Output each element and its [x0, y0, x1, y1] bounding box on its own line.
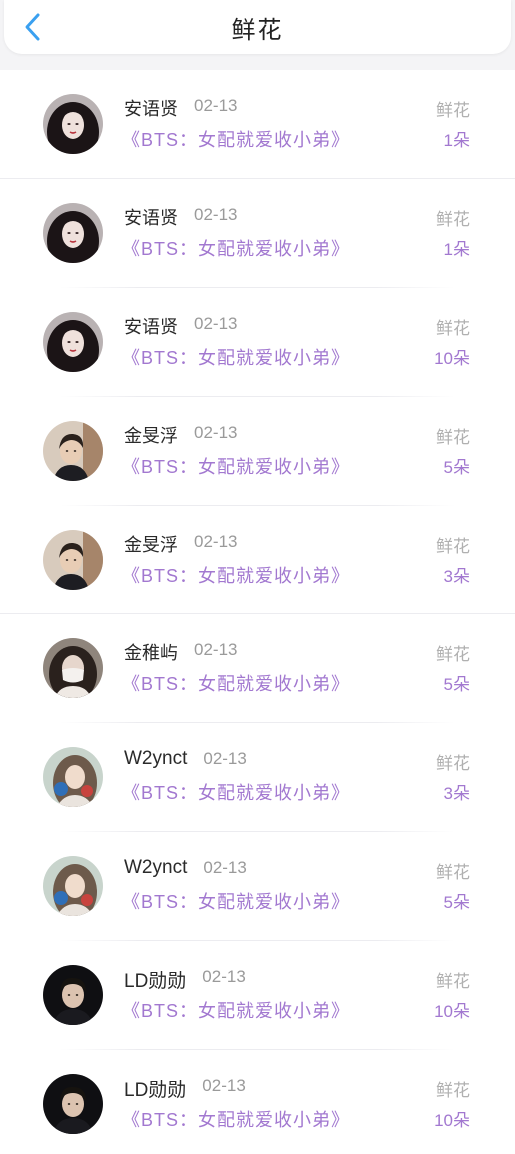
book-title[interactable]: 《BTS：女配就爱收小弟》: [122, 670, 350, 696]
list-item[interactable]: 金旻浮 02-13 《BTS：女配就爱收小弟》 鲜花 5朵: [0, 397, 515, 506]
top-bar: 鲜花: [0, 0, 515, 70]
avatar[interactable]: [43, 747, 103, 808]
avatar[interactable]: [43, 94, 103, 154]
page-title: 鲜花: [231, 16, 284, 44]
gift-type-label: 鲜花: [436, 209, 470, 230]
list-item[interactable]: 安语贤 02-13 《BTS：女配就爱收小弟》 鲜花 1朵: [0, 179, 515, 288]
user-name[interactable]: W2ynct: [124, 748, 187, 770]
list-item[interactable]: LD勋勋 02-13 《BTS：女配就爱收小弟》 鲜花 10朵: [0, 1050, 515, 1154]
gift-date: 02-13: [203, 858, 247, 878]
gift-date: 02-13: [194, 96, 238, 115]
user-name[interactable]: 安语贤: [124, 313, 178, 339]
flower-gift-page: 鲜花 安语贤 02-13 《BTS：女配就爱收小弟》 鲜花 1朵 安语贤 02-13 《BT…: [0, 0, 515, 1154]
list-item[interactable]: 金稚屿 02-13 《BTS：女配就爱收小弟》 鲜花 5朵: [0, 614, 515, 724]
gift-type-label: 鲜花: [436, 1081, 470, 1102]
list-item[interactable]: W2ynct 02-13 《BTS：女配就爱收小弟》 鲜花 5朵: [0, 832, 515, 942]
gift-count: 5朵: [443, 893, 470, 914]
list-item[interactable]: 安语贤 02-13 《BTS：女配就爱收小弟》 鲜花 10朵: [0, 288, 515, 397]
gift-date: 02-13: [202, 967, 246, 987]
user-name[interactable]: 金旻浮: [124, 531, 178, 557]
avatar[interactable]: [43, 311, 103, 372]
book-title[interactable]: 《BTS：女配就爱收小弟》: [122, 779, 350, 805]
book-title[interactable]: 《BTS：女配就爱收小弟》: [122, 235, 350, 261]
list-item[interactable]: W2ynct 02-13 《BTS：女配就爱收小弟》 鲜花 3朵: [0, 723, 515, 833]
gift-type-label: 鲜花: [436, 972, 470, 993]
gift-type-label: 鲜花: [436, 101, 470, 121]
avatar[interactable]: [43, 638, 103, 699]
gift-count: 3朵: [443, 566, 470, 587]
gift-list: 安语贤 02-13 《BTS：女配就爱收小弟》 鲜花 1朵 安语贤 02-13 《BTS：女…: [0, 70, 515, 1154]
list-item[interactable]: 安语贤 02-13 《BTS：女配就爱收小弟》 鲜花 1朵: [0, 70, 515, 179]
gift-date: 02-13: [194, 640, 238, 660]
user-name[interactable]: 安语贤: [124, 204, 178, 230]
gift-date: 02-13: [194, 313, 238, 333]
avatar[interactable]: [43, 420, 103, 481]
avatar[interactable]: [43, 965, 103, 1026]
gift-count: 1朵: [443, 239, 470, 260]
header: 鲜花: [4, 0, 511, 54]
gift-count: 5朵: [443, 457, 470, 478]
gift-date: 02-13: [194, 204, 238, 224]
book-title[interactable]: 《BTS：女配就爱收小弟》: [122, 888, 350, 914]
avatar[interactable]: [43, 202, 103, 263]
gift-type-label: 鲜花: [436, 318, 470, 339]
book-title[interactable]: 《BTS：女配就爱收小弟》: [122, 997, 350, 1023]
gift-type-label: 鲜花: [436, 427, 470, 448]
gift-count: 1朵: [443, 131, 470, 151]
user-name[interactable]: LD勋勋: [124, 1075, 186, 1102]
user-name[interactable]: 金旻浮: [124, 422, 178, 448]
gift-type-label: 鲜花: [436, 754, 470, 775]
gift-count: 10朵: [434, 1002, 470, 1023]
gift-count: 3朵: [443, 784, 470, 805]
book-title[interactable]: 《BTS：女配就爱收小弟》: [122, 453, 350, 479]
gift-count: 10朵: [434, 348, 470, 369]
gift-type-label: 鲜花: [436, 536, 470, 557]
gift-type-label: 鲜花: [436, 645, 470, 666]
book-title[interactable]: 《BTS：女配就爱收小弟》: [122, 126, 350, 152]
gift-date: 02-13: [203, 749, 247, 769]
gift-date: 02-13: [202, 1076, 246, 1096]
avatar[interactable]: [43, 856, 103, 917]
book-title[interactable]: 《BTS：女配就爱收小弟》: [122, 562, 350, 588]
list-item[interactable]: LD勋勋 02-13 《BTS：女配就爱收小弟》 鲜花 10朵: [0, 941, 515, 1050]
avatar[interactable]: [43, 529, 103, 590]
book-title[interactable]: 《BTS：女配就爱收小弟》: [122, 1106, 350, 1132]
gift-count: 5朵: [443, 675, 470, 696]
gift-type-label: 鲜花: [436, 863, 470, 884]
avatar[interactable]: [43, 1074, 103, 1135]
user-name[interactable]: 金稚屿: [124, 639, 178, 665]
user-name[interactable]: LD勋勋: [124, 966, 186, 993]
user-name[interactable]: 安语贤: [124, 95, 178, 121]
book-title[interactable]: 《BTS：女配就爱收小弟》: [122, 344, 350, 370]
gift-count: 10朵: [434, 1111, 470, 1132]
user-name[interactable]: W2ynct: [124, 857, 187, 879]
gift-date: 02-13: [194, 422, 238, 442]
gift-date: 02-13: [194, 531, 238, 551]
list-item[interactable]: 金旻浮 02-13 《BTS：女配就爱收小弟》 鲜花 3朵: [0, 506, 515, 615]
